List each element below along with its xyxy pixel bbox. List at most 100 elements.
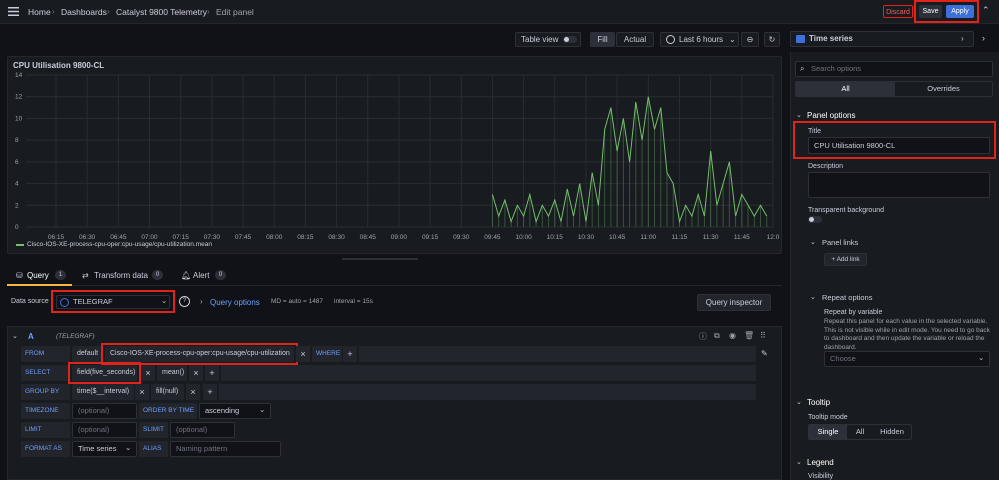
tab-transform[interactable]: ⇄ Transform data 0 — [82, 266, 174, 286]
title-input[interactable]: CPU Utilisation 9800-CL — [808, 137, 990, 154]
repeat-variable-select[interactable]: Choose ⌄ — [824, 351, 990, 367]
drag-handle-icon[interactable]: ⠿ — [760, 331, 766, 340]
query-tabs: ⛁ Query 1 ⇄ Transform data 0 🔔︎ Alert 0 — [7, 266, 782, 286]
resize-handle[interactable] — [342, 258, 418, 260]
description-label: Description — [808, 163, 844, 170]
tab-alert[interactable]: 🔔︎ Alert 0 — [181, 266, 241, 286]
mode-single[interactable]: Single — [809, 425, 847, 439]
from-db[interactable]: default — [72, 346, 102, 362]
tab-query[interactable]: ⛁ Query 1 — [7, 266, 72, 286]
discard-button[interactable]: Discard — [883, 5, 913, 18]
refresh-icon[interactable]: ↻ — [764, 32, 780, 47]
mode-hidden[interactable]: Hidden — [873, 425, 911, 439]
slimit-label: SLIMIT — [139, 422, 168, 438]
format-label: FORMAT AS — [21, 441, 70, 457]
from-measurement[interactable]: Cisco-IOS-XE-process-cpu-oper:cpu-usage/… — [105, 346, 294, 362]
collapse-icon[interactable]: ⌃ — [982, 5, 990, 16]
apply-button[interactable]: Apply — [946, 5, 974, 18]
remove-field-icon[interactable]: × — [141, 365, 155, 381]
remove-groupby-icon[interactable]: × — [135, 384, 149, 400]
where-label: WHERE — [312, 346, 342, 362]
chevron-down-icon[interactable]: ⌄ — [796, 398, 802, 406]
legend-label[interactable]: Cisco-IOS-XE-process-cpu-oper:cpu-usage/… — [27, 241, 212, 248]
breadcrumb-dashboards[interactable]: Dashboards — [61, 7, 107, 17]
add-groupby-button[interactable]: + — [203, 384, 217, 400]
chart-svg: 0 2 4 6 8 10 12 14 06:15 06:30 06:45 07:00 07:15 07:3… — [15, 72, 780, 241]
add-where-button[interactable]: + — [343, 346, 357, 362]
from-row-filler — [359, 346, 756, 362]
remove-fill-icon[interactable]: × — [186, 384, 200, 400]
visualization-type: Time series — [809, 34, 853, 43]
slimit-input[interactable]: (optional) — [170, 422, 235, 438]
add-select-button[interactable]: + — [205, 365, 219, 381]
fill-button[interactable]: Fill — [590, 32, 615, 47]
transparent-toggle[interactable] — [808, 216, 822, 223]
tab-all[interactable]: All — [796, 82, 895, 96]
tab-query-label: Query — [27, 271, 49, 280]
timezone-input[interactable]: (optional) — [72, 403, 137, 419]
tooltip-header[interactable]: Tooltip — [807, 398, 830, 407]
actual-button[interactable]: Actual — [616, 32, 654, 47]
select-function[interactable]: mean() — [157, 365, 187, 381]
select-field[interactable]: field(five_seconds) — [72, 365, 137, 381]
visualization-picker[interactable]: Time series › — [790, 31, 974, 47]
zoom-out-icon[interactable]: ⊖ — [741, 32, 759, 47]
add-link-button[interactable]: + Add link — [824, 253, 867, 266]
save-button[interactable]: Save — [919, 5, 942, 18]
add-link-label: Add link — [836, 256, 860, 263]
tab-alert-count: 0 — [215, 270, 226, 280]
remove-function-icon[interactable]: × — [189, 365, 203, 381]
tooltip-mode-label: Tooltip mode — [808, 414, 848, 421]
chevron-right-icon: › — [52, 7, 55, 16]
pencil-icon[interactable]: ✎ — [761, 349, 768, 358]
chevron-down-icon[interactable]: ⌄ — [810, 293, 816, 301]
mode-all[interactable]: All — [847, 425, 873, 439]
query-letter[interactable]: A — [28, 332, 34, 341]
search-placeholder: Search options — [811, 64, 862, 73]
help-icon[interactable]: ? — [179, 296, 190, 307]
limit-input[interactable]: (optional) — [72, 422, 137, 438]
menu-icon[interactable] — [8, 7, 19, 16]
eye-icon[interactable]: ◉ — [729, 331, 736, 340]
chevron-down-icon[interactable]: ⌄ — [796, 111, 802, 119]
time-range-picker[interactable]: Last 6 hours ⌄ — [660, 32, 739, 47]
format-select[interactable]: Time series ⌄ — [72, 441, 137, 457]
tab-overrides[interactable]: Overrides — [895, 82, 992, 96]
interval-info: interval = 15s — [334, 298, 373, 305]
alias-input[interactable]: Naming pattern — [170, 441, 281, 457]
breadcrumb-home[interactable]: Home — [28, 7, 51, 17]
help-icon[interactable]: ⓘ — [699, 331, 707, 342]
x-tick-label: 09:45 — [484, 234, 501, 241]
table-view-toggle[interactable]: Table view — [515, 32, 581, 47]
groupby-time[interactable]: time($__interval) — [72, 384, 134, 400]
x-tick-label: 11:45 — [734, 234, 750, 241]
query-inspector-button[interactable]: Query inspector — [697, 294, 771, 311]
description-textarea[interactable] — [808, 172, 990, 198]
x-tick-label: 10:45 — [609, 234, 626, 241]
collapse-query-icon[interactable]: ⌄ — [12, 332, 18, 340]
trash-icon[interactable]: 🗑︎ — [744, 331, 754, 340]
legend-header[interactable]: Legend — [807, 458, 834, 467]
clock-icon — [666, 35, 675, 44]
orderby-select[interactable]: ascending ⌄ — [199, 403, 271, 419]
chevron-down-icon[interactable]: ⌄ — [810, 238, 816, 246]
panel-options-header[interactable]: Panel options — [807, 111, 855, 120]
toggle-switch[interactable] — [563, 36, 577, 43]
repeat-options-header[interactable]: Repeat options — [822, 293, 872, 302]
chevron-right-icon: › — [207, 7, 210, 16]
datasource-picker[interactable]: TELEGRAF ⌄ — [56, 295, 170, 309]
chevron-right-icon[interactable]: › — [982, 33, 985, 43]
x-tick-label: 10:15 — [547, 234, 564, 241]
x-tick-label: 06:30 — [79, 234, 96, 241]
visibility-label: Visibility — [808, 473, 834, 480]
groupby-fill[interactable]: fill(null) — [151, 384, 184, 400]
panel-links-header[interactable]: Panel links — [822, 238, 858, 247]
data-source-label: Data source — [11, 298, 49, 305]
copy-icon[interactable]: ⧉ — [714, 331, 720, 341]
chevron-down-icon[interactable]: ⌄ — [796, 458, 802, 466]
breadcrumb-dashboard[interactable]: Catalyst 9800 Telemetry — [116, 7, 207, 17]
query-options-link[interactable]: Query options — [210, 298, 260, 307]
search-options-input[interactable]: ⌕ Search options — [795, 61, 993, 77]
remove-measurement-icon[interactable]: × — [296, 346, 310, 362]
bell-icon: 🔔︎ — [181, 271, 192, 280]
